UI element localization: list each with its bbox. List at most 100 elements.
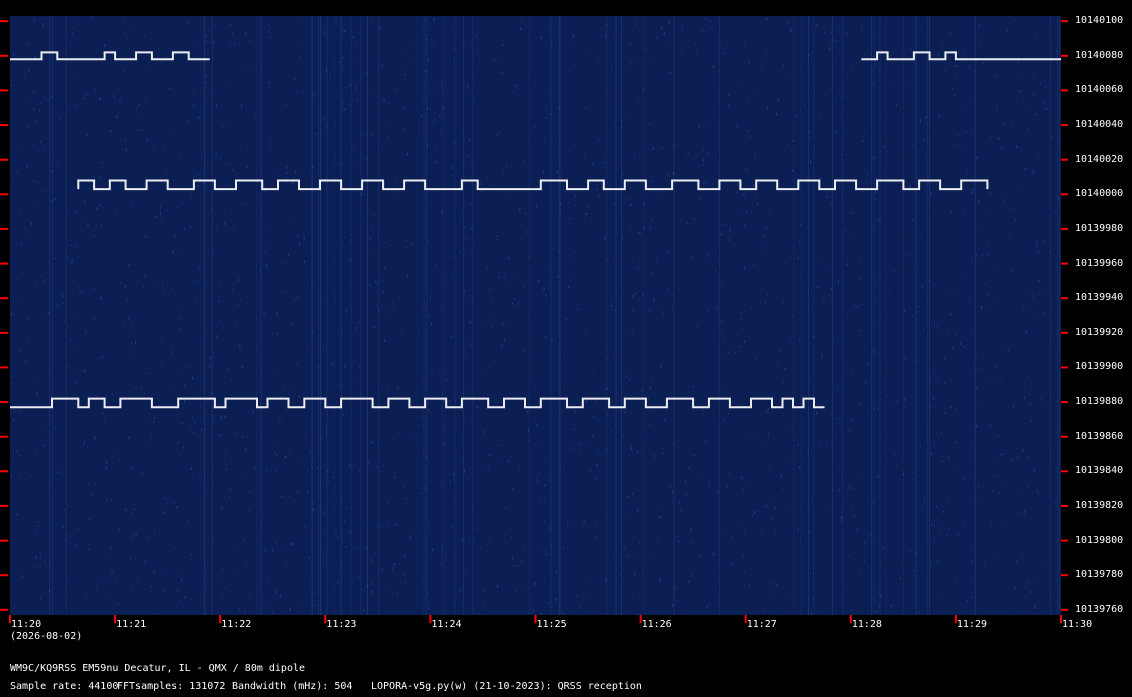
noise-speck: [856, 530, 858, 532]
noise-speck: [699, 554, 701, 557]
noise-speck: [641, 228, 643, 231]
noise-speck: [519, 208, 521, 211]
noise-speck: [931, 452, 933, 455]
noise-speck: [665, 212, 666, 214]
noise-speck: [729, 224, 731, 228]
y-tick-label: 10139820: [1075, 499, 1124, 511]
noise-speck: [1003, 453, 1005, 455]
noise-speck: [165, 170, 167, 172]
noise-speck: [467, 85, 469, 89]
noise-speck: [427, 614, 429, 615]
noise-speck: [132, 468, 134, 471]
noise-speck: [197, 564, 198, 566]
noise-speck: [931, 524, 933, 526]
noise-speck: [859, 260, 861, 264]
noise-speck: [254, 447, 256, 449]
noise-speck: [908, 558, 910, 560]
noise-speck: [694, 218, 695, 220]
noise-speck: [54, 197, 56, 201]
noise-speck: [496, 234, 498, 238]
noise-speck: [680, 508, 682, 512]
noise-speck: [957, 533, 959, 537]
noise-speck: [817, 286, 819, 288]
noise-speck: [913, 101, 915, 104]
noise-speck: [537, 547, 539, 550]
noise-speck: [652, 147, 654, 151]
noise-speck: [574, 410, 576, 413]
noise-speck: [720, 212, 721, 214]
noise-speck: [578, 308, 580, 311]
noise-speck: [548, 479, 550, 481]
interference-line: [879, 16, 881, 615]
noise-speck: [46, 196, 48, 199]
noise-speck: [272, 332, 274, 335]
noise-speck: [106, 462, 108, 464]
noise-speck: [955, 332, 957, 336]
noise-speck: [160, 362, 162, 364]
noise-speck: [313, 450, 315, 453]
noise-speck: [118, 165, 120, 168]
noise-speck: [257, 588, 259, 591]
noise-speck: [619, 473, 621, 476]
noise-speck: [965, 130, 967, 133]
noise-speck: [835, 98, 837, 102]
noise-speck: [1044, 85, 1046, 89]
noise-speck: [287, 253, 289, 256]
noise-speck: [240, 89, 242, 91]
noise-speck: [962, 294, 964, 296]
noise-speck: [247, 511, 249, 513]
noise-speck: [904, 309, 906, 312]
noise-speck: [75, 243, 77, 245]
noise-speck: [290, 265, 292, 268]
noise-speck: [740, 425, 742, 427]
noise-speck: [665, 542, 667, 545]
noise-speck: [777, 361, 778, 364]
x-tick-label: 11:30: [1062, 619, 1093, 630]
noise-speck: [971, 327, 973, 330]
noise-speck: [610, 296, 612, 298]
noise-speck: [656, 163, 658, 165]
noise-speck: [342, 102, 344, 105]
interference-line: [472, 16, 474, 615]
noise-speck: [964, 477, 966, 481]
x-tick-label: 11:27: [746, 619, 777, 630]
noise-speck: [962, 381, 964, 383]
noise-speck: [430, 25, 432, 29]
noise-speck: [301, 172, 303, 174]
noise-speck: [600, 245, 602, 248]
noise-speck: [116, 115, 118, 119]
noise-speck: [502, 228, 503, 230]
noise-speck: [388, 518, 390, 521]
noise-speck: [301, 90, 303, 93]
noise-speck: [705, 566, 707, 569]
noise-speck: [820, 358, 822, 361]
noise-speck: [95, 483, 96, 486]
noise-speck: [370, 284, 371, 287]
noise-speck: [201, 428, 203, 431]
noise-speck: [778, 349, 780, 353]
noise-speck: [219, 433, 221, 437]
noise-speck: [505, 506, 507, 510]
noise-speck: [708, 480, 710, 482]
noise-speck: [629, 71, 631, 74]
noise-speck: [1036, 490, 1038, 494]
noise-speck: [479, 245, 481, 247]
noise-speck: [184, 399, 185, 403]
noise-speck: [152, 463, 154, 465]
noise-speck: [556, 170, 558, 174]
noise-speck: [10, 312, 12, 316]
noise-speck: [1019, 511, 1021, 514]
noise-speck: [937, 381, 939, 385]
y-tick-left: [0, 89, 8, 92]
noise-speck: [596, 453, 598, 456]
noise-speck: [1036, 575, 1038, 578]
noise-speck: [386, 135, 388, 138]
noise-speck: [337, 536, 339, 540]
noise-speck: [762, 244, 764, 247]
noise-speck: [368, 255, 370, 258]
noise-speck: [622, 238, 623, 241]
noise-speck: [725, 223, 727, 226]
noise-speck: [449, 59, 451, 63]
noise-speck: [878, 218, 880, 221]
noise-speck: [512, 488, 513, 490]
